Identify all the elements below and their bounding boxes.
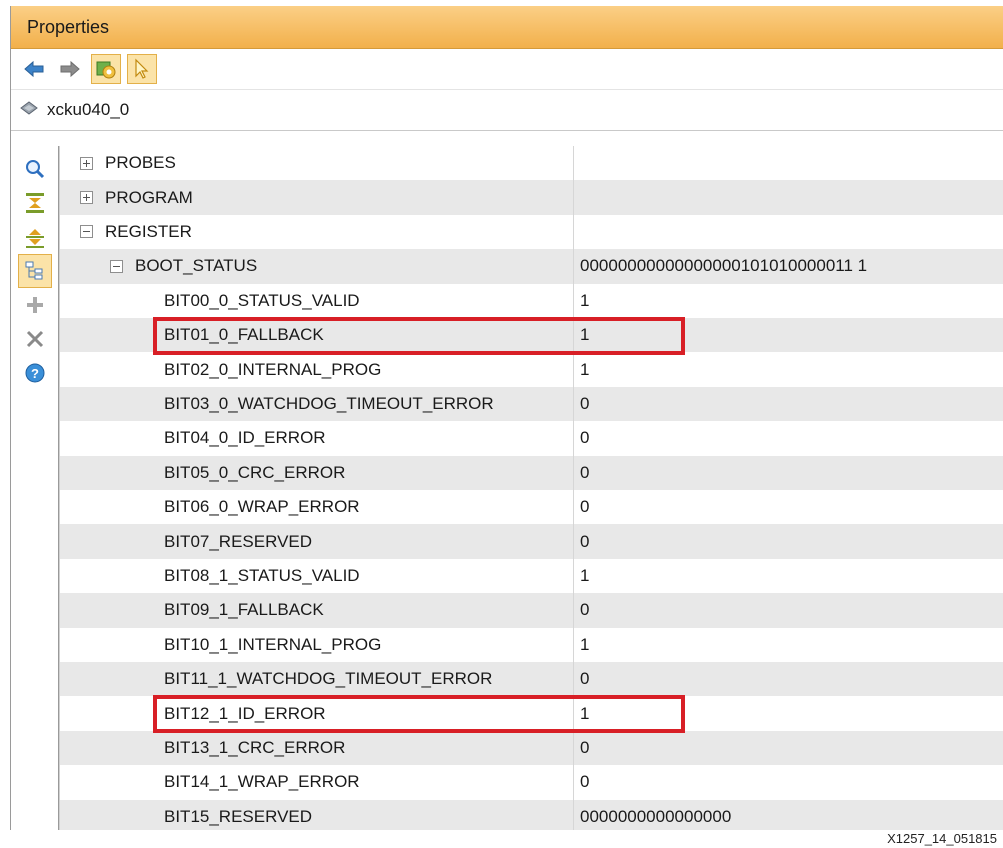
expand-all-icon[interactable]: [18, 220, 52, 254]
search-icon[interactable]: [18, 152, 52, 186]
property-row[interactable]: BIT02_0_INTERNAL_PROG 1: [60, 352, 1003, 387]
back-arrow-icon[interactable]: [19, 54, 49, 84]
property-row[interactable]: BIT08_1_STATUS_VALID 1: [60, 558, 1003, 594]
collapse-all-icon[interactable]: [18, 186, 52, 220]
side-toolbar: ?: [11, 146, 59, 830]
property-row[interactable]: BIT04_0_ID_ERROR 0: [60, 421, 1003, 456]
collapse-icon[interactable]: [110, 259, 123, 273]
collapse-icon[interactable]: [80, 225, 93, 239]
tree-row-program[interactable]: PROGRAM: [60, 180, 1003, 215]
property-row[interactable]: BIT14_1_WRAP_ERROR 0: [60, 765, 1003, 800]
property-row[interactable]: BIT05_0_CRC_ERROR 0: [60, 455, 1003, 490]
property-row[interactable]: BIT07_RESERVED 0: [60, 524, 1003, 559]
property-row[interactable]: BIT06_0_WRAP_ERROR 0: [60, 490, 1003, 525]
property-grid: PROBES PROGRAM REGISTER BOOT_STATUS 0000…: [59, 146, 1003, 830]
property-row[interactable]: BIT11_1_WATCHDOG_TIMEOUT_ERROR 0: [60, 662, 1003, 697]
tree-row-probes[interactable]: PROBES: [60, 146, 1003, 181]
property-row[interactable]: BIT00_0_STATUS_VALID 1: [60, 283, 1003, 318]
expand-icon[interactable]: [80, 156, 93, 170]
property-row[interactable]: BIT12_1_ID_ERROR 1: [60, 696, 1003, 731]
property-row[interactable]: BIT10_1_INTERNAL_PROG 1: [60, 627, 1003, 662]
object-bar: xcku040_0: [11, 89, 1003, 131]
add-icon[interactable]: [18, 288, 52, 322]
panel-title: Properties: [11, 6, 1003, 49]
properties-content: ? PROBES PROGRAM REGISTER BOOT_STATUS 00…: [11, 146, 1003, 830]
object-name: xcku040_0: [47, 100, 130, 119]
select-cursor-icon[interactable]: [127, 54, 157, 84]
forward-arrow-icon[interactable]: [55, 54, 85, 84]
device-chip-icon: [19, 100, 39, 121]
properties-panel: Properties xcku040_0 ? PROBES PROGRAM RE…: [10, 6, 1003, 830]
properties-toolbar: [11, 49, 1003, 89]
svg-text:?: ?: [31, 366, 39, 381]
tree-row-boot-status[interactable]: BOOT_STATUS 0000000000000000010101000001…: [60, 249, 1003, 284]
figure-label: X1257_14_051815: [887, 831, 997, 846]
refresh-device-icon[interactable]: [91, 54, 121, 84]
property-row[interactable]: BIT15_RESERVED 0000000000000000: [60, 799, 1003, 830]
help-icon[interactable]: ?: [18, 356, 52, 390]
remove-icon[interactable]: [18, 322, 52, 356]
tree-row-register[interactable]: REGISTER: [60, 214, 1003, 250]
property-row[interactable]: BIT09_1_FALLBACK 0: [60, 593, 1003, 628]
property-row[interactable]: BIT01_0_FALLBACK 1: [60, 318, 1003, 353]
expand-icon[interactable]: [80, 191, 93, 205]
property-row[interactable]: BIT03_0_WATCHDOG_TIMEOUT_ERROR 0: [60, 386, 1003, 422]
property-row[interactable]: BIT13_1_CRC_ERROR 0: [60, 730, 1003, 766]
group-by-category-icon[interactable]: [17, 254, 52, 288]
